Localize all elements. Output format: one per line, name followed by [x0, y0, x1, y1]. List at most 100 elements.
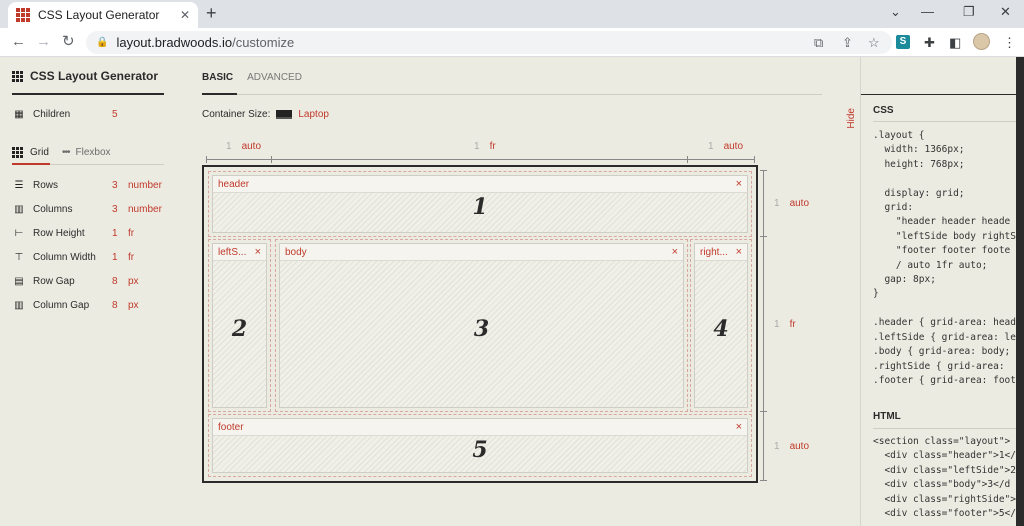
column-track-3-unit[interactable]: auto: [724, 141, 743, 152]
row-track-1-unit[interactable]: auto: [790, 198, 809, 209]
html-code-block[interactable]: <section class="layout"> <div class="hea…: [873, 435, 1016, 521]
row-track-3-num[interactable]: 1: [774, 441, 780, 452]
browser-tab-strip: CSS Layout Generator ✕ + ⌄ — ❐ ✕: [0, 0, 1024, 28]
browser-menu-icon[interactable]: ⋮: [1003, 35, 1016, 51]
remove-area-icon[interactable]: ×: [736, 178, 742, 190]
area-header-bar: header ×: [213, 176, 747, 193]
area-fill: body × 3: [279, 243, 684, 408]
html-code-line: <section class="layout">: [873, 436, 1011, 447]
css-code-line: / auto 1fr auto;: [873, 259, 988, 271]
address-bar[interactable]: 🔒 layout.bradwoods.io/customize ⧉ ⇪ ☆: [86, 31, 892, 54]
column-gap-unit[interactable]: px: [128, 300, 139, 311]
column-width-value[interactable]: 1: [112, 252, 128, 263]
css-code-line: display: grid;: [873, 187, 965, 199]
row-track-2[interactable]: 1 fr: [774, 319, 796, 330]
grid-area-header[interactable]: header × 1: [208, 171, 752, 237]
close-window-button[interactable]: ✕: [1000, 4, 1011, 20]
extension-s-icon[interactable]: S: [896, 35, 910, 49]
share-icon[interactable]: ⇪: [842, 35, 853, 51]
browser-tab[interactable]: CSS Layout Generator ✕: [8, 2, 198, 28]
remove-area-icon[interactable]: ×: [672, 246, 678, 258]
column-ruler-tick: [271, 156, 272, 163]
css-code-block[interactable]: .layout { width: 1366px; height: 768px; …: [873, 129, 1016, 388]
column-track-3[interactable]: 1 auto: [708, 141, 743, 152]
side-panel-icon[interactable]: ◧: [949, 35, 961, 51]
forward-icon[interactable]: →: [36, 33, 51, 51]
column-track-2-num[interactable]: 1: [474, 141, 480, 152]
row-height-value[interactable]: 1: [112, 228, 128, 239]
grid-area-leftside[interactable]: leftS... × 2: [208, 239, 271, 412]
translate-icon[interactable]: ⧉: [814, 35, 823, 51]
row-gap-value[interactable]: 8: [112, 276, 128, 287]
back-icon[interactable]: ←: [11, 33, 26, 51]
rows-value[interactable]: 3: [112, 180, 128, 191]
row-track-1-num[interactable]: 1: [774, 198, 780, 209]
code-panel: CSS .layout { width: 1366px; height: 768…: [861, 57, 1024, 526]
area-number: 3: [473, 316, 490, 342]
children-setting[interactable]: ▦ Children 5: [12, 109, 128, 120]
area-name[interactable]: body: [285, 247, 307, 258]
row-track-1[interactable]: 1 auto: [774, 198, 809, 209]
rows-unit[interactable]: number: [128, 180, 162, 191]
rows-setting[interactable]: ☰ Rows 3 number: [12, 180, 162, 191]
css-code-line: "footer footer foote: [873, 245, 1011, 257]
reload-icon[interactable]: ↻: [62, 33, 75, 51]
remove-area-icon[interactable]: ×: [736, 246, 742, 258]
row-gap-unit[interactable]: px: [128, 276, 139, 287]
column-gap-label: Column Gap: [33, 300, 90, 311]
grid-area-body[interactable]: body × 3: [275, 239, 688, 412]
minimize-button[interactable]: —: [921, 4, 934, 19]
html-section-divider: [873, 428, 1024, 429]
row-track-3-unit[interactable]: auto: [790, 441, 809, 452]
column-gap-value[interactable]: 8: [112, 300, 128, 311]
column-track-1-unit[interactable]: auto: [242, 141, 261, 152]
close-tab-icon[interactable]: ✕: [180, 8, 190, 22]
columns-setting[interactable]: ▥ Columns 3 number: [12, 204, 162, 215]
grid-area-footer[interactable]: footer × 5: [208, 414, 752, 477]
columns-unit[interactable]: number: [128, 204, 162, 215]
container-size-control[interactable]: Container Size: Laptop: [202, 109, 329, 120]
new-tab-button[interactable]: +: [206, 3, 217, 23]
grid-logo-icon: [12, 70, 23, 82]
restore-button[interactable]: ❐: [963, 4, 975, 20]
column-width-setting[interactable]: ⊤ Column Width 1 fr: [12, 252, 134, 263]
bookmark-star-icon[interactable]: ☆: [868, 35, 880, 51]
column-track-2-unit[interactable]: fr: [490, 141, 496, 152]
area-name[interactable]: leftS...: [218, 247, 246, 258]
column-track-1-num[interactable]: 1: [226, 141, 232, 152]
container-size-value[interactable]: Laptop: [298, 109, 329, 120]
area-name[interactable]: right...: [700, 247, 728, 258]
row-gap-setting[interactable]: ▤ Row Gap 8 px: [12, 276, 139, 287]
tab-advanced[interactable]: ADVANCED: [247, 72, 302, 83]
remove-area-icon[interactable]: ×: [736, 421, 742, 433]
columns-value[interactable]: 3: [112, 204, 128, 215]
children-value[interactable]: 5: [112, 109, 128, 120]
lock-icon: 🔒: [96, 37, 109, 48]
flexbox-mode-tab[interactable]: ••• Flexbox: [62, 147, 111, 158]
column-track-2[interactable]: 1 fr: [474, 141, 496, 152]
grid-area-rightside[interactable]: right... × 4: [690, 239, 752, 412]
column-track-3-num[interactable]: 1: [708, 141, 714, 152]
extensions-puzzle-icon[interactable]: ✚: [924, 35, 935, 51]
row-ruler: [763, 170, 764, 480]
tab-search-icon[interactable]: ⌄: [890, 4, 901, 20]
remove-area-icon[interactable]: ×: [255, 246, 261, 258]
row-height-setting[interactable]: ⊢ Row Height 1 fr: [12, 228, 134, 239]
title-divider: [12, 93, 164, 95]
tabs-divider: [202, 94, 822, 95]
column-width-unit[interactable]: fr: [128, 252, 134, 263]
row-track-2-num[interactable]: 1: [774, 319, 780, 330]
row-height-unit[interactable]: fr: [128, 228, 134, 239]
row-track-2-unit[interactable]: fr: [790, 319, 796, 330]
tab-basic[interactable]: BASIC: [202, 72, 233, 83]
grid-mode-tab[interactable]: Grid: [12, 147, 49, 158]
hide-code-panel-button[interactable]: Hide: [846, 108, 857, 129]
browser-toolbar: ← → ↻ 🔒 layout.bradwoods.io/customize ⧉ …: [0, 28, 1024, 57]
page-scrollbar[interactable]: [1016, 57, 1024, 526]
area-name[interactable]: header: [218, 179, 249, 190]
column-gap-setting[interactable]: ▥ Column Gap 8 px: [12, 300, 139, 311]
area-name[interactable]: footer: [218, 422, 244, 433]
row-track-3[interactable]: 1 auto: [774, 441, 809, 452]
profile-avatar[interactable]: [973, 33, 990, 50]
column-track-1[interactable]: 1 auto: [226, 141, 261, 152]
